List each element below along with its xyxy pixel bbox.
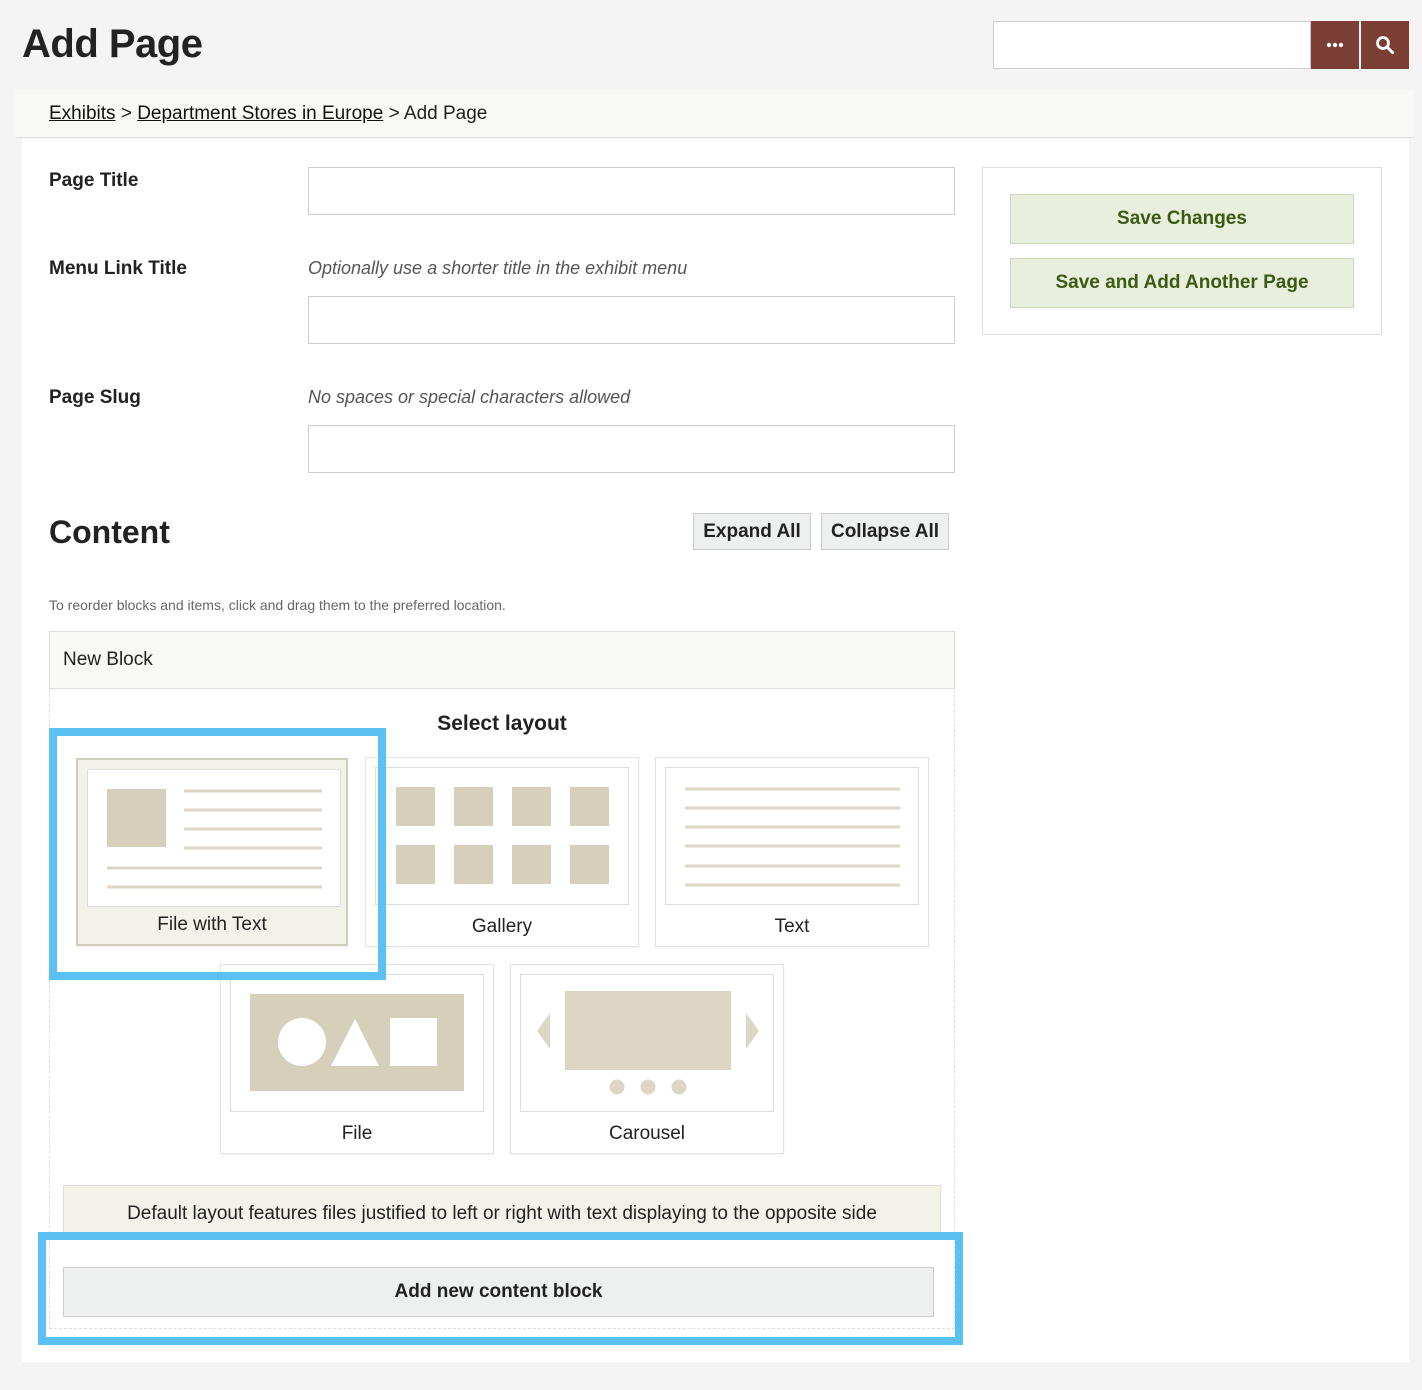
save-and-add-another-button[interactable]: Save and Add Another Page (1010, 258, 1354, 308)
block-header[interactable]: New Block (49, 631, 955, 689)
menu-link-title-hint: Optionally use a shorter title in the ex… (308, 258, 688, 278)
layout-name-file: File (341, 1123, 373, 1144)
breadcrumb-link-exhibits[interactable]: Exhibits (49, 103, 116, 124)
page-title: Add Page (22, 22, 203, 66)
file-thumbnail (230, 974, 484, 1112)
text-thumbnail (665, 767, 919, 905)
ellipsis-icon (1326, 42, 1344, 48)
save-panel: Save Changes Save and Add Another Page (982, 167, 1382, 335)
layout-description: Default layout features files justified … (63, 1185, 941, 1237)
save-changes-button[interactable]: Save Changes (1010, 194, 1354, 244)
gallery-thumbnail (375, 767, 629, 905)
expand-all-button[interactable]: Expand All (693, 513, 811, 550)
search-options-button[interactable] (1311, 21, 1359, 69)
page-title-input[interactable] (308, 167, 955, 215)
layout-option-file[interactable]: File (220, 964, 494, 1154)
page-title-label: Page Title (49, 170, 139, 191)
layout-name-gallery: Gallery (471, 916, 533, 937)
carousel-thumbnail (520, 974, 774, 1112)
menu-link-title-input[interactable] (308, 296, 955, 344)
search-bar (993, 21, 1409, 69)
layout-option-carousel[interactable]: Carousel (510, 964, 784, 1154)
page-slug-hint: No spaces or special characters allowed (308, 387, 631, 407)
highlight-file-with-text (49, 728, 386, 980)
search-submit-button[interactable] (1361, 21, 1409, 69)
page-slug-input[interactable] (308, 425, 955, 473)
layout-option-text[interactable]: Text (655, 757, 929, 947)
layout-option-gallery[interactable]: Gallery (365, 757, 639, 947)
menu-link-title-label: Menu Link Title (49, 258, 187, 279)
layout-name-text: Text (774, 916, 810, 937)
collapse-all-button[interactable]: Collapse All (821, 513, 949, 550)
content-heading: Content (49, 514, 170, 550)
breadcrumb-current: Add Page (403, 103, 488, 124)
search-input[interactable] (993, 21, 1311, 69)
layout-name-carousel: Carousel (608, 1123, 686, 1144)
magnifier-icon (1376, 36, 1394, 54)
reorder-hint: To reorder blocks and items, click and d… (49, 597, 506, 613)
add-content-block-button[interactable]: Add new content block (63, 1267, 934, 1317)
breadcrumb-separator: > (120, 103, 132, 124)
breadcrumb-separator: > (388, 103, 400, 124)
breadcrumb-link-exhibit[interactable]: Department Stores in Europe (137, 103, 383, 124)
breadcrumb: Exhibits > Department Stores in Europe >… (15, 90, 1414, 138)
page-slug-label: Page Slug (49, 387, 141, 408)
